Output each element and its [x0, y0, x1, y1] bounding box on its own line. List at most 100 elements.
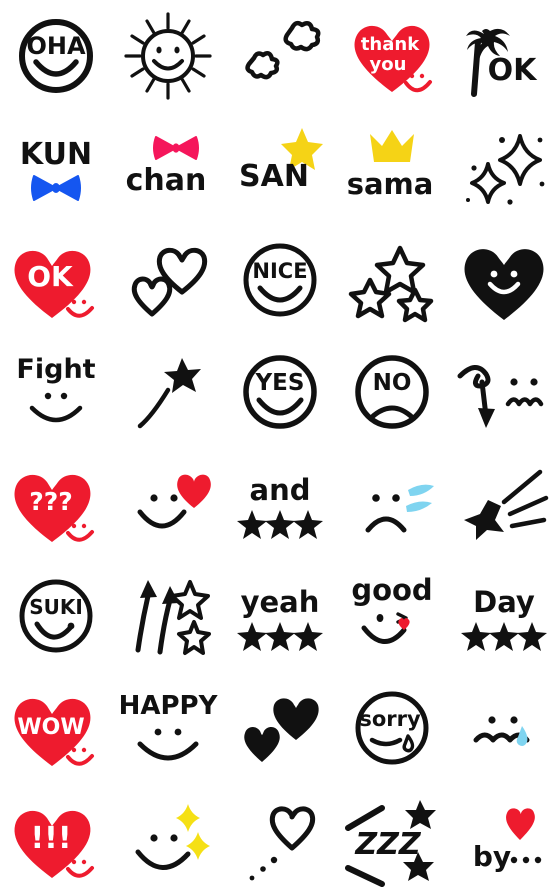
- black-heart-face-icon: [464, 249, 544, 320]
- thank-you-heart-icon: thank you: [354, 25, 432, 93]
- arrow-wavy-face-icon: [457, 365, 544, 428]
- day-stars-icon: Day: [461, 585, 547, 651]
- svg-text:OHA: OHA: [26, 32, 85, 60]
- arrows-stars-icon: [135, 580, 211, 655]
- chan-pink-bow-icon: chan: [126, 136, 207, 198]
- fight-face-icon: Fight: [16, 354, 96, 423]
- sticker-cell[interactable]: Day Day: [448, 560, 560, 672]
- svg-text:OK: OK: [488, 53, 539, 88]
- svg-text:thank: thank: [361, 34, 420, 55]
- svg-text:chan: chan: [126, 163, 207, 198]
- sticker-cell[interactable]: [112, 0, 224, 112]
- two-black-hearts-icon: [244, 698, 319, 762]
- sticker-cell[interactable]: chan chan: [112, 112, 224, 224]
- smile-red-heart-icon: [137, 474, 211, 529]
- svg-text:Day: Day: [473, 585, 535, 619]
- svg-text:yeah: yeah: [241, 585, 320, 619]
- sparkles-icon: [466, 134, 545, 205]
- emoji-sticker-sheet: OHA OHA: [0, 0, 560, 896]
- sticker-cell[interactable]: Fight Fight: [0, 336, 112, 448]
- sticker-cell[interactable]: !!! !!!: [0, 784, 112, 896]
- sticker-cell[interactable]: [448, 448, 560, 560]
- sticker-cell[interactable]: SAN SAN: [224, 112, 336, 224]
- sticker-cell[interactable]: ??? ???: [0, 448, 112, 560]
- sticker-cell[interactable]: WOW WOW: [0, 672, 112, 784]
- svg-text:OK: OK: [27, 260, 74, 293]
- sticker-cell[interactable]: SUKI SUKI: [0, 560, 112, 672]
- palm-tree-ok-icon: OK: [466, 28, 539, 97]
- sticker-cell[interactable]: thank you thank you: [336, 0, 448, 112]
- question-heart-icon: ???: [14, 474, 94, 542]
- sticker-cell[interactable]: [448, 112, 560, 224]
- svg-text:good: good: [351, 573, 432, 607]
- exclaim-heart-icon: !!!: [14, 810, 94, 878]
- san-star-icon: SAN: [239, 128, 323, 194]
- svg-text:KUN: KUN: [20, 137, 92, 172]
- sparkle-face-icon: [135, 804, 210, 870]
- sticker-cell[interactable]: HAPPY HAPPY: [112, 672, 224, 784]
- svg-text:sama: sama: [347, 167, 434, 201]
- nice-circle-face-icon: NICE: [243, 243, 317, 317]
- sticker-cell[interactable]: NO NO: [336, 336, 448, 448]
- svg-text:and: and: [250, 473, 311, 507]
- svg-text:Fight: Fight: [16, 354, 95, 385]
- sticker-cell[interactable]: [112, 336, 224, 448]
- svg-text:ZZZ: ZZZ: [354, 827, 422, 862]
- sticker-cell[interactable]: [336, 224, 448, 336]
- sticker-cell[interactable]: [112, 784, 224, 896]
- svg-text:HAPPY: HAPPY: [119, 691, 219, 721]
- sad-tear-face-icon: [473, 716, 530, 746]
- svg-text:sorry: sorry: [359, 707, 421, 731]
- sticker-cell[interactable]: and and: [224, 448, 336, 560]
- sticker-cell[interactable]: good good: [336, 560, 448, 672]
- no-circle-face-icon: NO: [355, 355, 429, 429]
- svg-text:NICE: NICE: [252, 259, 307, 283]
- sticker-cell[interactable]: OHA OHA: [0, 0, 112, 112]
- sticker-cell[interactable]: OK OK: [0, 224, 112, 336]
- svg-text:NO: NO: [373, 370, 412, 396]
- sticker-cell[interactable]: [336, 448, 448, 560]
- sticker-cell[interactable]: [448, 672, 560, 784]
- sticker-cell[interactable]: [224, 672, 336, 784]
- yeah-stars-icon: yeah: [237, 585, 323, 651]
- sorry-circle-face-icon: sorry: [355, 691, 429, 765]
- shooting-star-icon: [137, 358, 201, 429]
- svg-text:YES: YES: [255, 370, 305, 396]
- star-burst-icon: [464, 469, 549, 540]
- svg-text:by: by: [473, 840, 511, 873]
- sticker-cell[interactable]: [112, 224, 224, 336]
- ok-heart-icon: OK: [14, 250, 94, 318]
- clouds-icon: [245, 20, 321, 80]
- sticker-cell[interactable]: sama sama: [336, 112, 448, 224]
- sticker-cell[interactable]: [112, 448, 224, 560]
- sticker-cell[interactable]: [224, 784, 336, 896]
- sticker-cell[interactable]: yeah yeah: [224, 560, 336, 672]
- sticker-cell[interactable]: KUN KUN: [0, 112, 112, 224]
- oha-circle-face-icon: OHA: [19, 19, 93, 93]
- happy-face-icon: HAPPY: [119, 691, 219, 761]
- svg-text:!!!: !!!: [30, 821, 71, 856]
- sticker-cell[interactable]: [224, 0, 336, 112]
- good-face-icon: good: [351, 573, 433, 644]
- sticker-cell[interactable]: OK OK: [448, 0, 560, 112]
- svg-text:you: you: [370, 54, 407, 75]
- crying-face-icon: [365, 484, 434, 533]
- two-white-hearts-icon: [131, 247, 208, 317]
- sticker-cell[interactable]: YES YES: [224, 336, 336, 448]
- sticker-cell[interactable]: [448, 336, 560, 448]
- sun-face-icon: [124, 12, 212, 100]
- sama-crown-icon: sama: [347, 130, 434, 201]
- sticker-cell[interactable]: NICE NICE: [224, 224, 336, 336]
- kun-blue-bow-icon: KUN: [20, 137, 92, 201]
- sticker-cell[interactable]: [112, 560, 224, 672]
- sticker-cell[interactable]: sorry sorry: [336, 672, 448, 784]
- by-heart-icon: by: [473, 808, 542, 873]
- suki-circle-face-icon: SUKI: [19, 579, 93, 653]
- zzz-sleep-icon: ZZZ: [345, 800, 436, 887]
- svg-text:SUKI: SUKI: [29, 595, 83, 619]
- sticker-cell[interactable]: [448, 224, 560, 336]
- sticker-cell[interactable]: ZZZ ZZZ: [336, 784, 448, 896]
- heart-thought-icon: [249, 806, 316, 881]
- sticker-cell[interactable]: by... by: [448, 784, 560, 896]
- svg-text:???: ???: [29, 487, 73, 516]
